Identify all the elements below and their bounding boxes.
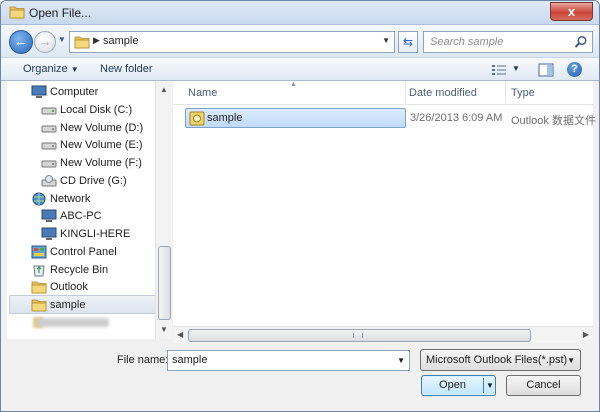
control-panel-icon: [31, 245, 47, 259]
window-title: Open File...: [29, 6, 92, 20]
scroll-right-icon[interactable]: ▶: [583, 330, 589, 339]
file-type-filter-value: Microsoft Outlook Files(*.pst): [426, 354, 568, 366]
nav-item-label: Recycle Bin: [50, 264, 109, 276]
cancel-button-label: Cancel: [526, 379, 561, 391]
close-button[interactable]: x: [550, 2, 593, 21]
drive-icon: [41, 142, 57, 150]
scroll-down-icon[interactable]: ▼: [160, 325, 168, 334]
navigation-pane: Computer Local Disk (C:) New Volume (D:)…: [7, 81, 172, 339]
cd-drive-icon: [41, 175, 57, 187]
close-icon: x: [567, 4, 576, 19]
computer-icon: [41, 227, 57, 240]
preview-pane-icon[interactable]: [538, 63, 554, 77]
search-placeholder: Search sample: [430, 36, 504, 48]
scrollbar-grip: [353, 333, 363, 338]
nav-item-label: New Volume (E:): [60, 139, 143, 151]
back-arrow-icon: ←: [13, 33, 29, 50]
recent-locations-dropdown[interactable]: ▼: [58, 35, 68, 47]
drive-icon: [41, 160, 57, 168]
file-type: Outlook 数据文件: [511, 115, 596, 127]
file-name-input[interactable]: sample ▼: [167, 350, 410, 371]
nav-item-label: Computer: [50, 86, 99, 98]
navigation-bar: ← → ▼ ▶ sample ▼ ⇆ Search sample: [1, 25, 599, 57]
split-divider: [483, 378, 484, 393]
help-icon[interactable]: ?: [567, 62, 582, 77]
file-name-value[interactable]: sample: [172, 354, 207, 366]
computer-icon: [41, 209, 57, 222]
nav-item-label: ABC-PC: [60, 210, 102, 222]
folder-icon: [9, 6, 25, 19]
folder-icon: [31, 299, 47, 312]
chevron-down-icon[interactable]: ▼: [512, 64, 520, 73]
chevron-down-icon[interactable]: ▼: [397, 356, 405, 365]
recycle-bin-icon: [33, 265, 45, 277]
address-bar[interactable]: ▶ sample ▼: [69, 31, 395, 53]
nav-item-label: sample: [50, 299, 86, 311]
organize-button[interactable]: Organize ▼: [23, 63, 79, 75]
file-list-pane: ▲ Name Date modified Type sample 3/26/20…: [173, 81, 596, 339]
outlook-data-file-icon: [189, 111, 205, 126]
nav-pane-vertical-scrollbar[interactable]: ▲ ▼: [155, 81, 172, 339]
search-icon[interactable]: [574, 35, 588, 49]
column-divider[interactable]: [405, 81, 406, 105]
cancel-button[interactable]: Cancel: [506, 375, 581, 396]
refresh-icon: ⇆: [402, 35, 414, 49]
open-file-dialog: Open File... x ← → ▼ ▶ sample ▼ ⇆ Search…: [0, 0, 600, 412]
nav-item-label: KINGLI-HERE: [60, 228, 131, 240]
nav-item-label: New Volume (F:): [60, 157, 142, 169]
dialog-footer: File name: sample ▼ Microsoft Outlook Fi…: [1, 343, 599, 411]
file-name: sample: [207, 112, 243, 124]
change-view-icon[interactable]: [491, 63, 507, 77]
column-divider[interactable]: [505, 81, 506, 105]
blurred-nav-item[interactable]: [37, 318, 109, 327]
column-header-name[interactable]: Name: [188, 87, 217, 99]
column-header-date-modified[interactable]: Date modified: [409, 87, 477, 99]
chevron-right-icon[interactable]: ▶: [93, 35, 100, 46]
organize-label: Organize: [23, 63, 68, 75]
forward-arrow-icon: →: [38, 34, 52, 49]
folder-icon: [31, 281, 47, 294]
nav-item-label: Control Panel: [50, 246, 117, 258]
column-header-row: ▲ Name Date modified Type: [173, 81, 593, 105]
drive-icon: [41, 125, 57, 133]
nav-item-label: Outlook: [50, 281, 88, 293]
drive-icon: [41, 107, 57, 115]
nav-item-label: Local Disk (C:): [60, 104, 133, 116]
scrollbar-thumb[interactable]: [158, 246, 171, 320]
sort-ascending-icon: ▲: [290, 81, 297, 88]
computer-icon: [31, 85, 47, 98]
refresh-button[interactable]: ⇆: [398, 31, 418, 53]
scroll-up-icon[interactable]: ▲: [160, 85, 168, 94]
network-icon: [32, 192, 46, 206]
chevron-down-icon: ▼: [567, 356, 575, 365]
command-toolbar: Organize ▼ New folder ▼ ?: [1, 57, 599, 81]
nav-item-label: Network: [50, 193, 91, 205]
title-bar[interactable]: Open File... x: [1, 1, 599, 25]
new-folder-button[interactable]: New folder: [100, 63, 153, 75]
open-button[interactable]: Open ▼: [421, 375, 496, 396]
file-date-modified: 3/26/2013 6:09 AM: [410, 112, 503, 124]
address-path[interactable]: sample: [103, 35, 138, 47]
search-input[interactable]: Search sample: [423, 31, 593, 53]
file-name-label: File name:: [117, 354, 169, 366]
file-list-horizontal-scrollbar[interactable]: ◀ ▶: [173, 326, 593, 343]
chevron-down-icon: ▼: [58, 35, 66, 44]
column-header-type[interactable]: Type: [511, 87, 535, 99]
open-options-dropdown-icon[interactable]: ▼: [486, 381, 494, 390]
forward-button[interactable]: →: [34, 31, 56, 53]
chevron-down-icon: ▼: [70, 65, 79, 74]
folder-icon: [74, 36, 90, 49]
open-button-label: Open: [439, 379, 466, 391]
nav-item-label: New Volume (D:): [60, 122, 144, 134]
nav-item-label: CD Drive (G:): [60, 175, 127, 187]
scroll-left-icon[interactable]: ◀: [177, 330, 183, 339]
chevron-down-icon[interactable]: ▼: [382, 36, 390, 45]
file-row-sample[interactable]: sample: [185, 108, 406, 128]
file-type-filter-select[interactable]: Microsoft Outlook Files(*.pst) ▼: [420, 349, 581, 371]
back-button[interactable]: ←: [9, 30, 33, 54]
